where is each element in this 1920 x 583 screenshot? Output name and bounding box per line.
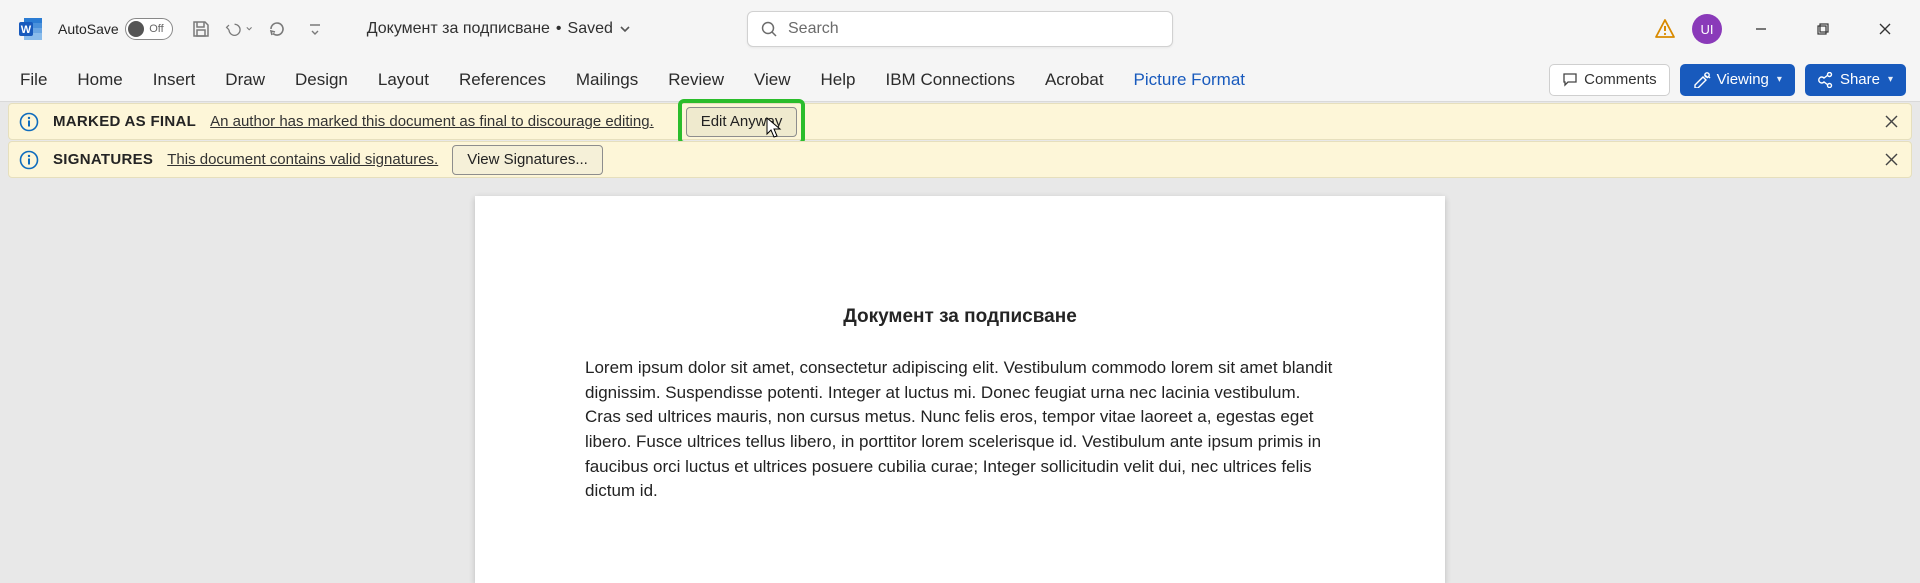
svg-text:W: W <box>21 24 32 36</box>
autosave-label: AutoSave <box>58 21 119 37</box>
infobar-title: MARKED AS FINAL <box>53 113 196 130</box>
search-icon <box>760 20 778 38</box>
qat-customize-icon[interactable] <box>301 15 329 43</box>
user-avatar[interactable]: UI <box>1692 14 1722 44</box>
infobar-signatures: SIGNATURES This document contains valid … <box>8 141 1912 178</box>
tab-design[interactable]: Design <box>293 64 350 96</box>
search-placeholder: Search <box>788 20 839 38</box>
tab-mailings[interactable]: Mailings <box>574 64 640 96</box>
info-icon <box>19 150 39 170</box>
quick-access-toolbar <box>187 15 329 43</box>
save-state: Saved <box>568 20 613 38</box>
maximize-button[interactable] <box>1800 9 1846 49</box>
tab-layout[interactable]: Layout <box>376 64 431 96</box>
comments-button[interactable]: Comments <box>1549 64 1670 96</box>
warning-icon[interactable] <box>1654 18 1676 40</box>
tab-home[interactable]: Home <box>75 64 124 96</box>
comment-icon <box>1562 72 1578 88</box>
infobar-marked-as-final: MARKED AS FINAL An author has marked thi… <box>8 103 1912 140</box>
tab-insert[interactable]: Insert <box>151 64 198 96</box>
document-page: Документ за подписване Lorem ipsum dolor… <box>475 196 1445 583</box>
tab-acrobat[interactable]: Acrobat <box>1043 64 1106 96</box>
chevron-down-icon: ▾ <box>1888 74 1893 85</box>
document-body: Lorem ipsum dolor sit amet, consectetur … <box>585 356 1335 504</box>
search-input[interactable]: Search <box>747 11 1173 47</box>
autosave-state: Off <box>149 23 167 35</box>
word-app-icon: W <box>16 14 46 44</box>
document-heading: Документ за подписване <box>585 306 1335 328</box>
infobar-message: This document contains valid signatures. <box>167 151 438 168</box>
info-icon <box>19 112 39 132</box>
tab-help[interactable]: Help <box>819 64 858 96</box>
document-title-group[interactable]: Документ за подписване • Saved <box>367 20 631 38</box>
infobar-close-icon[interactable] <box>1879 110 1903 134</box>
tab-ibm-connections[interactable]: IBM Connections <box>884 64 1017 96</box>
autosave-group: AutoSave Off <box>58 18 173 40</box>
undo-icon[interactable] <box>225 15 253 43</box>
infobar-title: SIGNATURES <box>53 151 153 168</box>
infobar-close-icon[interactable] <box>1879 148 1903 172</box>
close-button[interactable] <box>1862 9 1908 49</box>
tab-draw[interactable]: Draw <box>223 64 267 96</box>
chevron-down-icon: ▾ <box>1777 74 1782 85</box>
mouse-cursor-icon <box>766 117 782 139</box>
share-button[interactable]: Share ▾ <box>1805 64 1906 96</box>
autosave-toggle[interactable]: Off <box>125 18 173 40</box>
document-canvas[interactable]: Документ за подписване Lorem ipsum dolor… <box>0 178 1920 583</box>
tab-view[interactable]: View <box>752 64 793 96</box>
tab-picture-format[interactable]: Picture Format <box>1132 64 1247 96</box>
tab-file[interactable]: File <box>18 64 49 96</box>
redo-icon[interactable] <box>263 15 291 43</box>
view-signatures-button[interactable]: View Signatures... <box>452 145 603 175</box>
infobar-message: An author has marked this document as fi… <box>210 113 654 130</box>
viewing-mode-button[interactable]: Viewing ▾ <box>1680 64 1795 96</box>
document-name: Документ за подписване <box>367 20 550 38</box>
viewing-icon <box>1693 72 1711 88</box>
edit-anyway-highlight: Edit Anyway <box>678 99 806 145</box>
minimize-button[interactable] <box>1738 9 1784 49</box>
title-bar: W AutoSave Off Докум <box>0 0 1920 58</box>
tab-review[interactable]: Review <box>666 64 726 96</box>
save-icon[interactable] <box>187 15 215 43</box>
chevron-down-icon <box>619 23 631 35</box>
ribbon-tabs: File Home Insert Draw Design Layout Refe… <box>0 58 1920 102</box>
tab-references[interactable]: References <box>457 64 548 96</box>
share-icon <box>1818 72 1834 88</box>
